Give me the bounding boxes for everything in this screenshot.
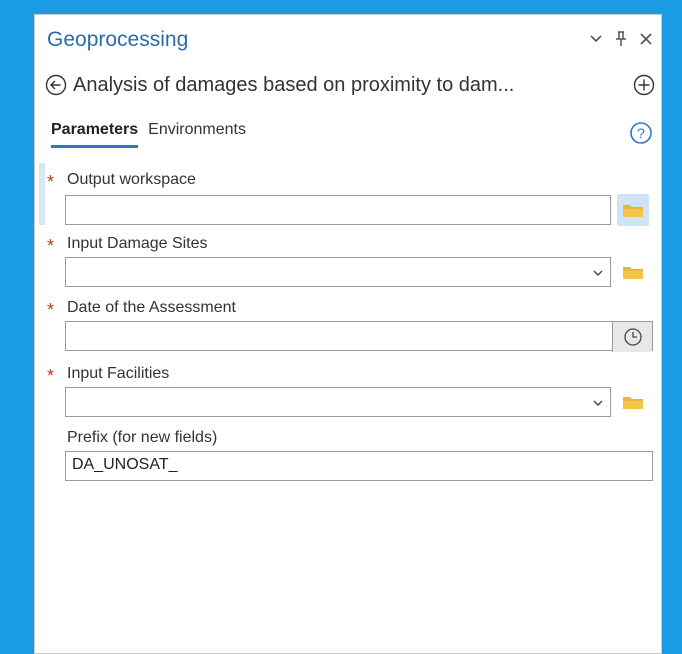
output-workspace-input[interactable] bbox=[65, 195, 611, 225]
browse-input-facilities-button[interactable] bbox=[617, 386, 649, 418]
tab-environments[interactable]: Environments bbox=[148, 121, 246, 148]
param-label: Output workspace bbox=[67, 171, 196, 188]
tool-header: Analysis of damages based on proximity t… bbox=[45, 71, 655, 99]
param-label: Input Facilities bbox=[67, 365, 170, 382]
tabs: Parameters Environments bbox=[51, 121, 246, 148]
param-label: Input Damage Sites bbox=[67, 235, 208, 252]
active-parameter-indicator bbox=[39, 163, 45, 225]
chevron-down-icon bbox=[593, 270, 603, 276]
folder-icon bbox=[623, 267, 643, 279]
back-arrow-circle-icon[interactable] bbox=[45, 74, 67, 96]
param-input-facilities: * Input Facilities bbox=[47, 365, 651, 425]
input-facilities-dropdown[interactable] bbox=[65, 387, 611, 417]
date-of-assessment-input[interactable] bbox=[65, 321, 653, 352]
folder-icon bbox=[623, 397, 643, 409]
clock-icon bbox=[623, 328, 642, 346]
required-asterisk: * bbox=[47, 236, 55, 256]
param-input-damage-sites: * Input Damage Sites bbox=[47, 235, 651, 295]
input-damage-sites-dropdown[interactable] bbox=[65, 257, 611, 287]
param-prefix: Prefix (for new fields) DA_UNOSAT_ bbox=[47, 429, 653, 489]
date-picker-button[interactable] bbox=[612, 322, 652, 352]
param-label: Prefix (for new fields) bbox=[67, 429, 218, 446]
param-date-of-assessment: * Date of the Assessment bbox=[47, 299, 653, 359]
required-asterisk: * bbox=[47, 366, 55, 386]
browse-input-damage-sites-button[interactable] bbox=[617, 256, 649, 288]
pin-icon[interactable] bbox=[615, 31, 627, 47]
tool-title: Analysis of damages based on proximity t… bbox=[73, 73, 515, 96]
geoprocessing-pane: Geoprocessing Analysis of damages based … bbox=[34, 14, 662, 654]
pane-title: Geoprocessing bbox=[47, 28, 189, 51]
help-question-icon[interactable]: ? bbox=[629, 121, 653, 145]
param-output-workspace: * Output workspace bbox=[47, 171, 651, 231]
tab-parameters[interactable]: Parameters bbox=[51, 121, 139, 148]
window-controls bbox=[589, 31, 653, 47]
chevron-down-icon[interactable] bbox=[589, 32, 603, 46]
required-asterisk: * bbox=[47, 172, 55, 192]
prefix-input[interactable]: DA_UNOSAT_ bbox=[65, 451, 653, 481]
browse-output-workspace-button[interactable] bbox=[617, 194, 649, 226]
svg-text:?: ? bbox=[637, 125, 645, 141]
close-icon[interactable] bbox=[639, 32, 653, 46]
chevron-down-icon bbox=[593, 400, 603, 406]
folder-icon bbox=[623, 205, 643, 217]
param-label: Date of the Assessment bbox=[67, 299, 236, 316]
plus-circle-icon[interactable] bbox=[633, 74, 655, 96]
required-asterisk: * bbox=[47, 300, 55, 320]
